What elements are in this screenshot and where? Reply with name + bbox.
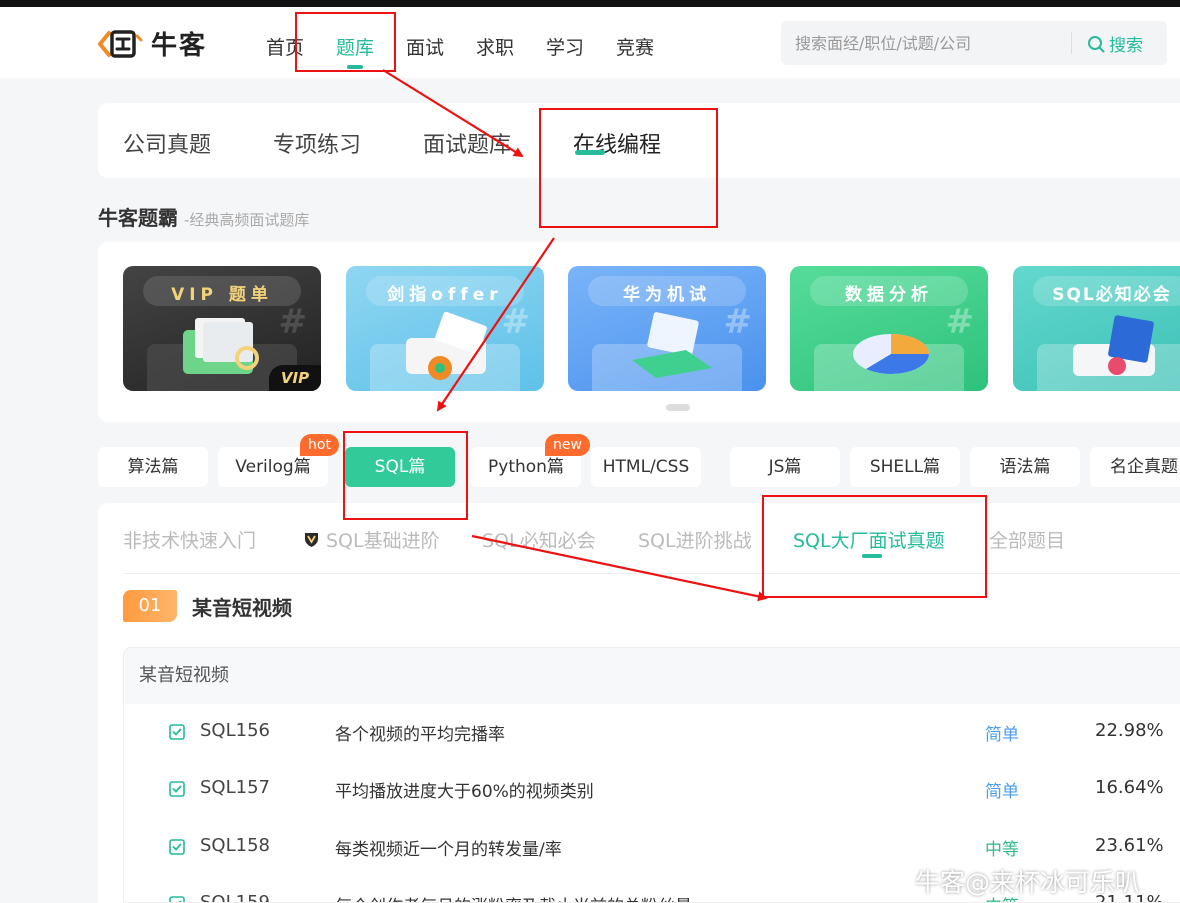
banner-sql-must-know[interactable]: SQL必知必会	[1013, 266, 1180, 391]
question-id: SQL158	[200, 835, 270, 856]
hash-icon: #	[278, 302, 308, 342]
category-html-css[interactable]: HTML/CSS	[591, 447, 701, 487]
site-header: 牛客 首页 题库 面试 求职 学习 竞赛 搜索	[0, 7, 1180, 78]
check-icon	[169, 839, 185, 855]
subtab-sql-must-know[interactable]: SQL必知必会	[482, 526, 596, 553]
search-button-label: 搜索	[1109, 36, 1143, 56]
banner-label: SQL必知必会	[1052, 285, 1172, 305]
search-button[interactable]: 搜索	[1087, 31, 1143, 56]
sql-book-illustration-icon	[1073, 315, 1155, 376]
question-list-header: 某音短视频	[124, 648, 1180, 704]
pass-rate: 16.64%	[1095, 777, 1164, 798]
pass-rate: 23.61%	[1095, 835, 1164, 856]
question-title[interactable]: 平均播放进度大于60%的视频类别	[335, 777, 594, 802]
banner-huawei-test[interactable]: 华为机试 #	[568, 266, 766, 391]
question-panel: 非技术快速入门 SQL基础进阶 SQL必知必会 SQL进阶挑战 SQL大厂面试真…	[98, 503, 1180, 903]
nav-jobs[interactable]: 求职	[473, 33, 517, 60]
banner-data-analysis[interactable]: 数据分析 #	[790, 266, 988, 391]
question-title[interactable]: 每个创作者每月的涨粉率及截止当前的总粉丝量	[335, 892, 692, 902]
book-illustration-icon	[406, 311, 487, 380]
nav-learn[interactable]: 学习	[543, 33, 587, 60]
search-divider	[1071, 32, 1072, 54]
hot-badge: hot	[300, 434, 339, 456]
question-row[interactable]: SQL156 各个视频的平均完播率 简单 22.98%	[124, 704, 1180, 761]
search-bar: 搜索	[781, 21, 1167, 65]
check-icon	[169, 781, 185, 797]
laptop-illustration-icon	[632, 312, 712, 378]
vip-shield-icon	[305, 533, 318, 547]
question-row[interactable]: SQL157 平均播放进度大于60%的视频类别 简单 16.64%	[124, 761, 1180, 818]
category-syntax[interactable]: 语法篇	[970, 447, 1080, 487]
new-badge: new	[545, 434, 590, 456]
category-shell[interactable]: SHELL篇	[850, 447, 960, 487]
folder-illustration-icon	[183, 318, 259, 374]
difficulty-label: 简单	[985, 782, 1019, 802]
search-icon	[1088, 35, 1105, 52]
logo[interactable]: 牛客	[97, 25, 207, 62]
difficulty-label: 中等	[985, 840, 1019, 860]
question-id: SQL157	[200, 777, 270, 798]
question-group-heading: 01 某音短视频	[123, 590, 292, 622]
check-icon	[169, 724, 185, 740]
annotation-box-question-bank	[295, 12, 396, 72]
top-strip	[0, 0, 1180, 7]
annotation-box-bigtech-interview	[762, 495, 987, 598]
group-title: 某音短视频	[192, 595, 292, 620]
subtab-label: SQL基础进阶	[326, 530, 440, 552]
category-js[interactable]: JS篇	[730, 447, 840, 487]
annotation-box-online-coding	[539, 108, 718, 228]
nav-contest[interactable]: 竞赛	[613, 33, 657, 60]
watermark-text: 牛客@来杯冰可乐叭	[915, 868, 1141, 897]
pass-rate: 22.98%	[1095, 720, 1164, 741]
annotation-box-sql-category	[343, 431, 468, 520]
hash-icon: #	[723, 302, 753, 342]
subtab-all-questions[interactable]: 全部题目	[989, 526, 1065, 553]
tab-company-questions[interactable]: 公司真题	[123, 127, 211, 159]
question-title[interactable]: 各个视频的平均完播率	[335, 720, 505, 745]
question-id: SQL159	[200, 892, 270, 903]
banner-vip-list[interactable]: VIP 题单 # VIP	[123, 266, 321, 391]
nav-interview[interactable]: 面试	[403, 33, 447, 60]
question-id: SQL156	[200, 720, 270, 741]
category-company-questions[interactable]: 名企真题	[1090, 447, 1180, 487]
section-heading: 牛客题霸 -经典高频面试题库	[98, 202, 309, 231]
subtab-non-tech-intro[interactable]: 非技术快速入门	[123, 526, 256, 553]
difficulty-label: 简单	[985, 725, 1019, 745]
tab-interview-bank[interactable]: 面试题库	[423, 127, 511, 159]
section-title: 牛客题霸	[98, 206, 178, 230]
subtab-divider	[123, 573, 1180, 574]
vip-badge: VIP	[269, 365, 321, 391]
subtab-sql-advanced-challenge[interactable]: SQL进阶挑战	[638, 526, 752, 553]
nowcoder-logo-icon	[98, 29, 143, 58]
carousel-pagination[interactable]	[666, 404, 690, 411]
nowcoder-logo-icon	[875, 871, 904, 891]
section-subtitle: -经典高频面试题库	[184, 211, 310, 229]
watermark: 牛客@来杯冰可乐叭	[875, 863, 1140, 899]
hash-icon: #	[501, 302, 531, 342]
banner-carousel: VIP 题单 # VIP 剑指offer # 华为机试 # 数据分析 # SQL…	[98, 242, 1180, 422]
subtab-sql-basic-advanced[interactable]: SQL基础进阶	[303, 526, 440, 553]
category-algorithm[interactable]: 算法篇	[98, 447, 208, 487]
hash-icon: #	[945, 302, 975, 342]
group-number-badge: 01	[123, 590, 177, 622]
logo-text: 牛客	[151, 31, 208, 61]
banner-jianzhi-offer[interactable]: 剑指offer #	[346, 266, 544, 391]
search-input[interactable]	[795, 21, 1065, 65]
check-icon	[169, 896, 185, 902]
tab-topic-practice[interactable]: 专项练习	[273, 127, 361, 159]
pie-chart-illustration-icon	[853, 334, 929, 374]
question-title[interactable]: 每类视频近一个月的转发量/率	[335, 835, 562, 860]
category-tabs: 算法篇 Verilog篇 SQL篇 Python篇 HTML/CSS JS篇 S…	[98, 434, 1180, 487]
